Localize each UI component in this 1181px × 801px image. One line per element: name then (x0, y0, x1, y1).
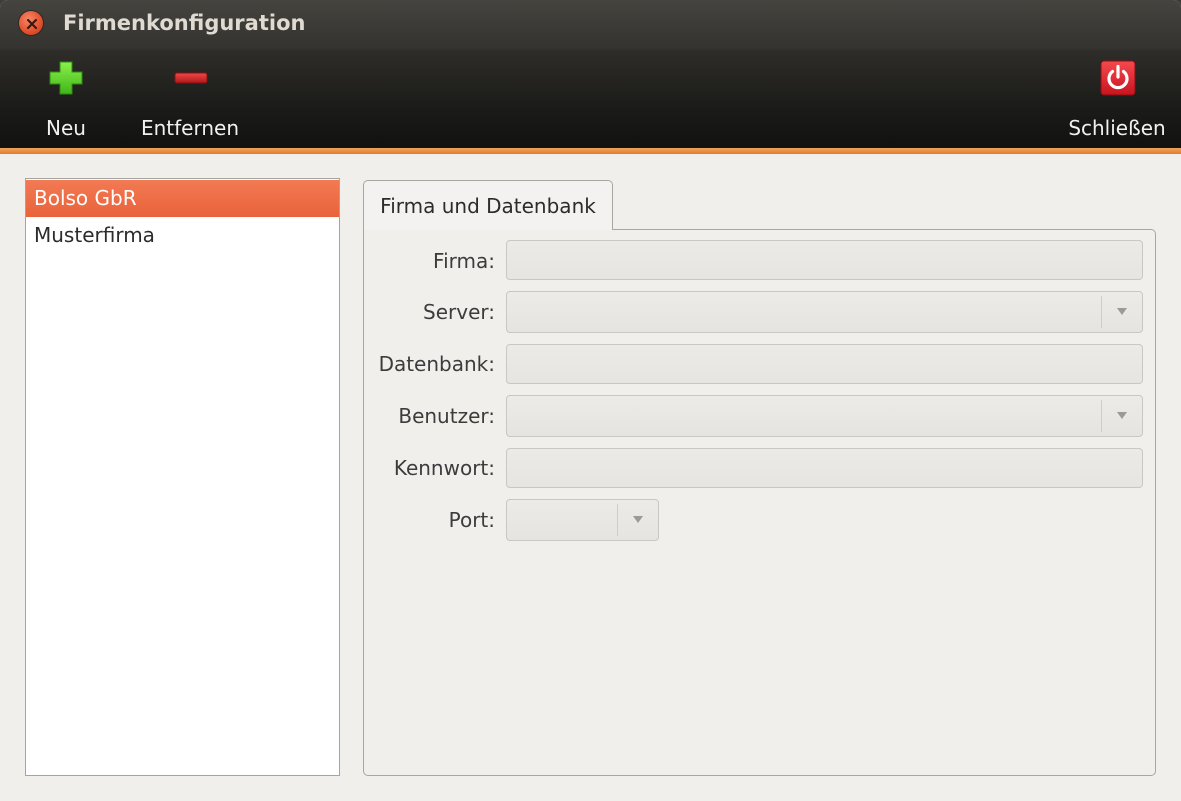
tab-label: Firma und Datenbank (380, 194, 596, 218)
toolbar: Neu Entfernen Schließen (0, 50, 1181, 148)
remove-button[interactable]: Entfernen (128, 50, 252, 148)
list-item[interactable]: Musterfirma (26, 217, 339, 254)
kennwort-label: Kennwort: (393, 456, 495, 480)
title-bar: Firmenkonfiguration (0, 0, 1181, 50)
benutzer-combo[interactable] (506, 395, 1143, 437)
close-icon (26, 18, 38, 30)
company-list[interactable]: Bolso GbR Musterfirma (25, 178, 340, 776)
list-item-label: Bolso GbR (34, 186, 137, 210)
toolbar-accent-line (0, 148, 1181, 154)
list-item[interactable]: Bolso GbR (26, 180, 339, 217)
chevron-down-icon[interactable] (1116, 307, 1128, 316)
new-button[interactable]: Neu (28, 50, 104, 148)
firma-field[interactable] (506, 240, 1143, 280)
port-label: Port: (448, 508, 495, 532)
server-label: Server: (423, 300, 495, 324)
chevron-down-icon[interactable] (632, 515, 644, 524)
close-app-button[interactable]: Schließen (1058, 50, 1176, 148)
datenbank-field[interactable] (506, 344, 1143, 384)
combo-separator (617, 504, 618, 536)
close-app-button-label: Schließen (1068, 116, 1166, 140)
combo-separator (1101, 296, 1102, 328)
firma-label: Firma: (433, 249, 495, 273)
combo-separator (1101, 400, 1102, 432)
kennwort-field[interactable] (506, 448, 1143, 488)
list-item-label: Musterfirma (34, 223, 155, 247)
minus-icon (174, 72, 208, 84)
port-combo[interactable] (506, 499, 659, 541)
plus-icon (49, 61, 83, 95)
power-icon (1100, 60, 1136, 96)
window-title: Firmenkonfiguration (63, 11, 306, 35)
new-button-label: Neu (46, 116, 86, 140)
benutzer-label: Benutzer: (398, 404, 495, 428)
datenbank-label: Datenbank: (378, 352, 495, 376)
remove-button-label: Entfernen (140, 116, 240, 140)
server-combo[interactable] (506, 291, 1143, 333)
app-window: Firmenkonfiguration Neu Entfernen Schlie… (0, 0, 1181, 801)
chevron-down-icon[interactable] (1116, 411, 1128, 420)
tab-firma-und-datenbank[interactable]: Firma und Datenbank (363, 180, 613, 230)
window-close-button[interactable] (18, 10, 44, 36)
